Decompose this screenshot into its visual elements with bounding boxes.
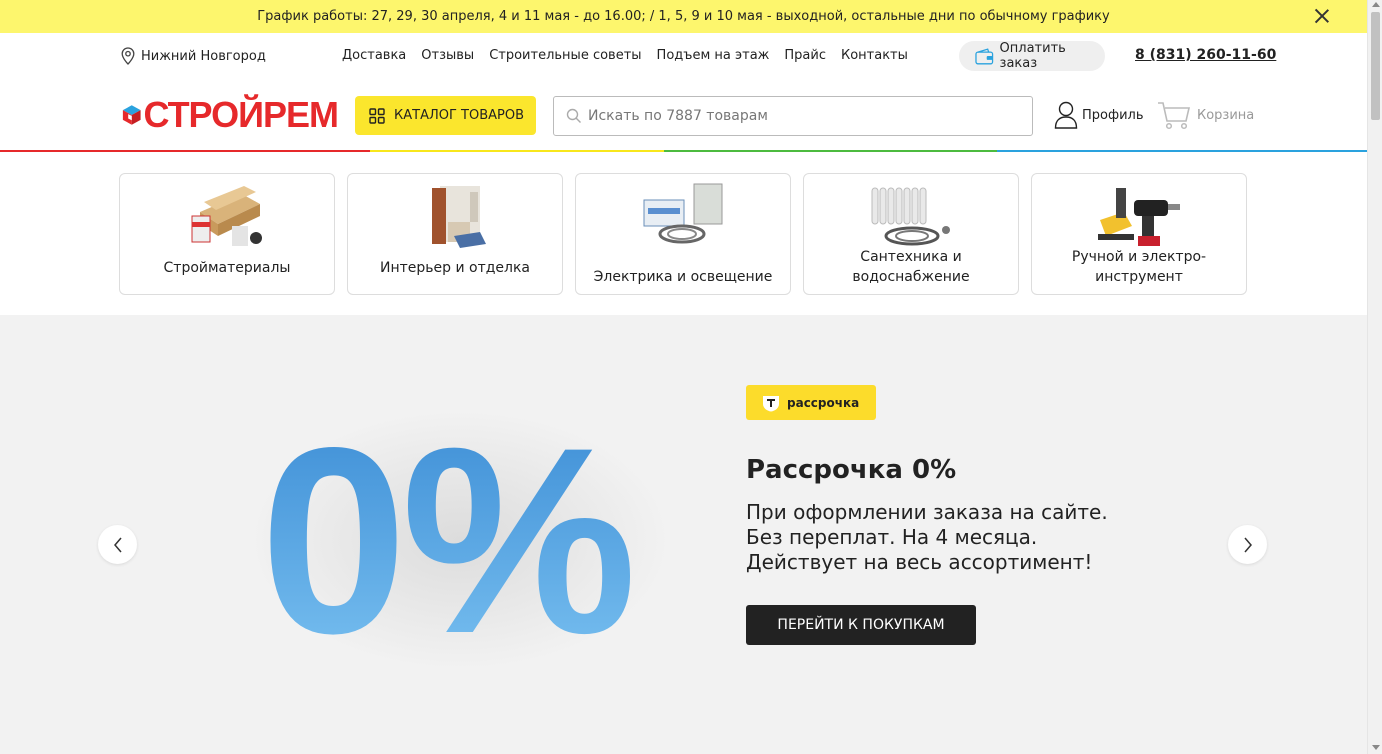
category-label: Стройматериалы	[163, 260, 291, 276]
category-card[interactable]: Ручной и электро-инструмент	[1031, 173, 1247, 295]
cart-label: Корзина	[1197, 107, 1255, 123]
slider-prev-button[interactable]	[98, 525, 137, 564]
catalog-label: КАТАЛОГ ТОВАРОВ	[394, 108, 524, 123]
wallet-icon	[975, 47, 994, 64]
city-selector[interactable]: Нижний Новгород	[120, 47, 266, 65]
badge-label: рассрочка	[787, 395, 860, 410]
catalog-button[interactable]: КАТАЛОГ ТОВАРОВ	[355, 96, 536, 135]
pay-order-button[interactable]: Оплатить заказ	[959, 41, 1105, 71]
installment-badge: рассрочка	[746, 385, 876, 420]
nav-link-price[interactable]: Прайс	[784, 48, 826, 63]
door-icon	[432, 186, 486, 248]
scroll-up-icon[interactable]	[1372, 2, 1380, 7]
category-cards: Стройматериалы Интерьер и отделка Электр…	[119, 173, 1259, 295]
bank-shield-icon	[763, 395, 779, 411]
user-icon	[1054, 101, 1078, 129]
hero-description: При оформлении заказа на сайте. Без пере…	[746, 500, 1166, 575]
building-materials-icon	[191, 186, 262, 246]
category-card[interactable]: Интерьер и отделка	[347, 173, 563, 295]
hero-line: Без переплат. На 4 месяца.	[746, 525, 1038, 549]
zero-percent-text: 0%	[260, 410, 633, 670]
search-input[interactable]	[588, 108, 1008, 124]
electrical-panel-icon	[643, 183, 723, 244]
category-label: Электрика и освещение	[593, 269, 773, 285]
nav-links: Доставка Отзывы Строительные советы Подъ…	[342, 48, 923, 63]
grid-icon	[369, 107, 385, 124]
banner-text: График работы: 27, 29, 30 апреля, 4 и 11…	[257, 9, 1110, 24]
radiator-icon	[871, 187, 950, 246]
chevron-right-icon	[1243, 537, 1252, 552]
page-scrollbar[interactable]	[1367, 0, 1382, 754]
nav-link-advice[interactable]: Строительные советы	[489, 48, 641, 63]
profile-label: Профиль	[1082, 107, 1144, 123]
category-card[interactable]: Электрика и освещение	[575, 173, 791, 295]
category-label: Ручной и электро-инструмент	[1071, 249, 1207, 285]
hero-line: При оформлении заказа на сайте.	[746, 500, 1108, 524]
scroll-down-icon[interactable]	[1372, 745, 1380, 750]
color-divider	[0, 150, 1367, 153]
go-shopping-button[interactable]: ПЕРЕЙТИ К ПОКУПКАМ	[746, 605, 976, 645]
chevron-left-icon	[113, 537, 122, 552]
search-icon	[566, 108, 581, 123]
category-label: Интерьер и отделка	[379, 260, 531, 276]
category-card[interactable]: Сантехника и водоснабжение	[803, 173, 1019, 295]
nav-link-reviews[interactable]: Отзывы	[421, 48, 474, 63]
cart-link[interactable]: Корзина	[1157, 100, 1254, 130]
nav-link-lifting[interactable]: Подъем на этаж	[657, 48, 770, 63]
site-logo[interactable]: СТРОЙРЕМ	[122, 90, 339, 140]
nav-link-contacts[interactable]: Контакты	[841, 48, 908, 63]
profile-link[interactable]: Профиль	[1054, 101, 1144, 129]
pay-label: Оплатить заказ	[999, 41, 1066, 71]
zero-percent-graphic: 0%	[250, 410, 670, 670]
slider-next-button[interactable]	[1228, 525, 1267, 564]
hero-line: Действует на весь ассортимент!	[746, 550, 1093, 574]
cart-icon	[1158, 102, 1191, 130]
top-nav: Нижний Новгород Доставка Отзывы Строител…	[0, 33, 1367, 79]
hero-slider: 0% рассрочка Рассрочка 0% При оформлении…	[0, 315, 1367, 754]
location-pin-icon	[121, 47, 135, 65]
scroll-thumb[interactable]	[1371, 12, 1380, 120]
power-tools-icon	[1098, 188, 1180, 246]
hero-title: Рассрочка 0%	[746, 455, 957, 485]
close-icon[interactable]	[1313, 7, 1331, 25]
logo-text: СТРОЙРЕМ	[143, 94, 339, 135]
announcement-banner: График работы: 27, 29, 30 апреля, 4 и 11…	[0, 0, 1367, 33]
nav-link-delivery[interactable]: Доставка	[342, 48, 406, 63]
category-card[interactable]: Стройматериалы	[119, 173, 335, 295]
category-label: Сантехника и водоснабжение	[852, 249, 970, 285]
search-box	[553, 96, 1033, 136]
phone-link[interactable]: 8 (831) 260-11-60	[1135, 47, 1276, 63]
city-label: Нижний Новгород	[141, 48, 266, 64]
logo-cube-icon	[122, 105, 141, 125]
